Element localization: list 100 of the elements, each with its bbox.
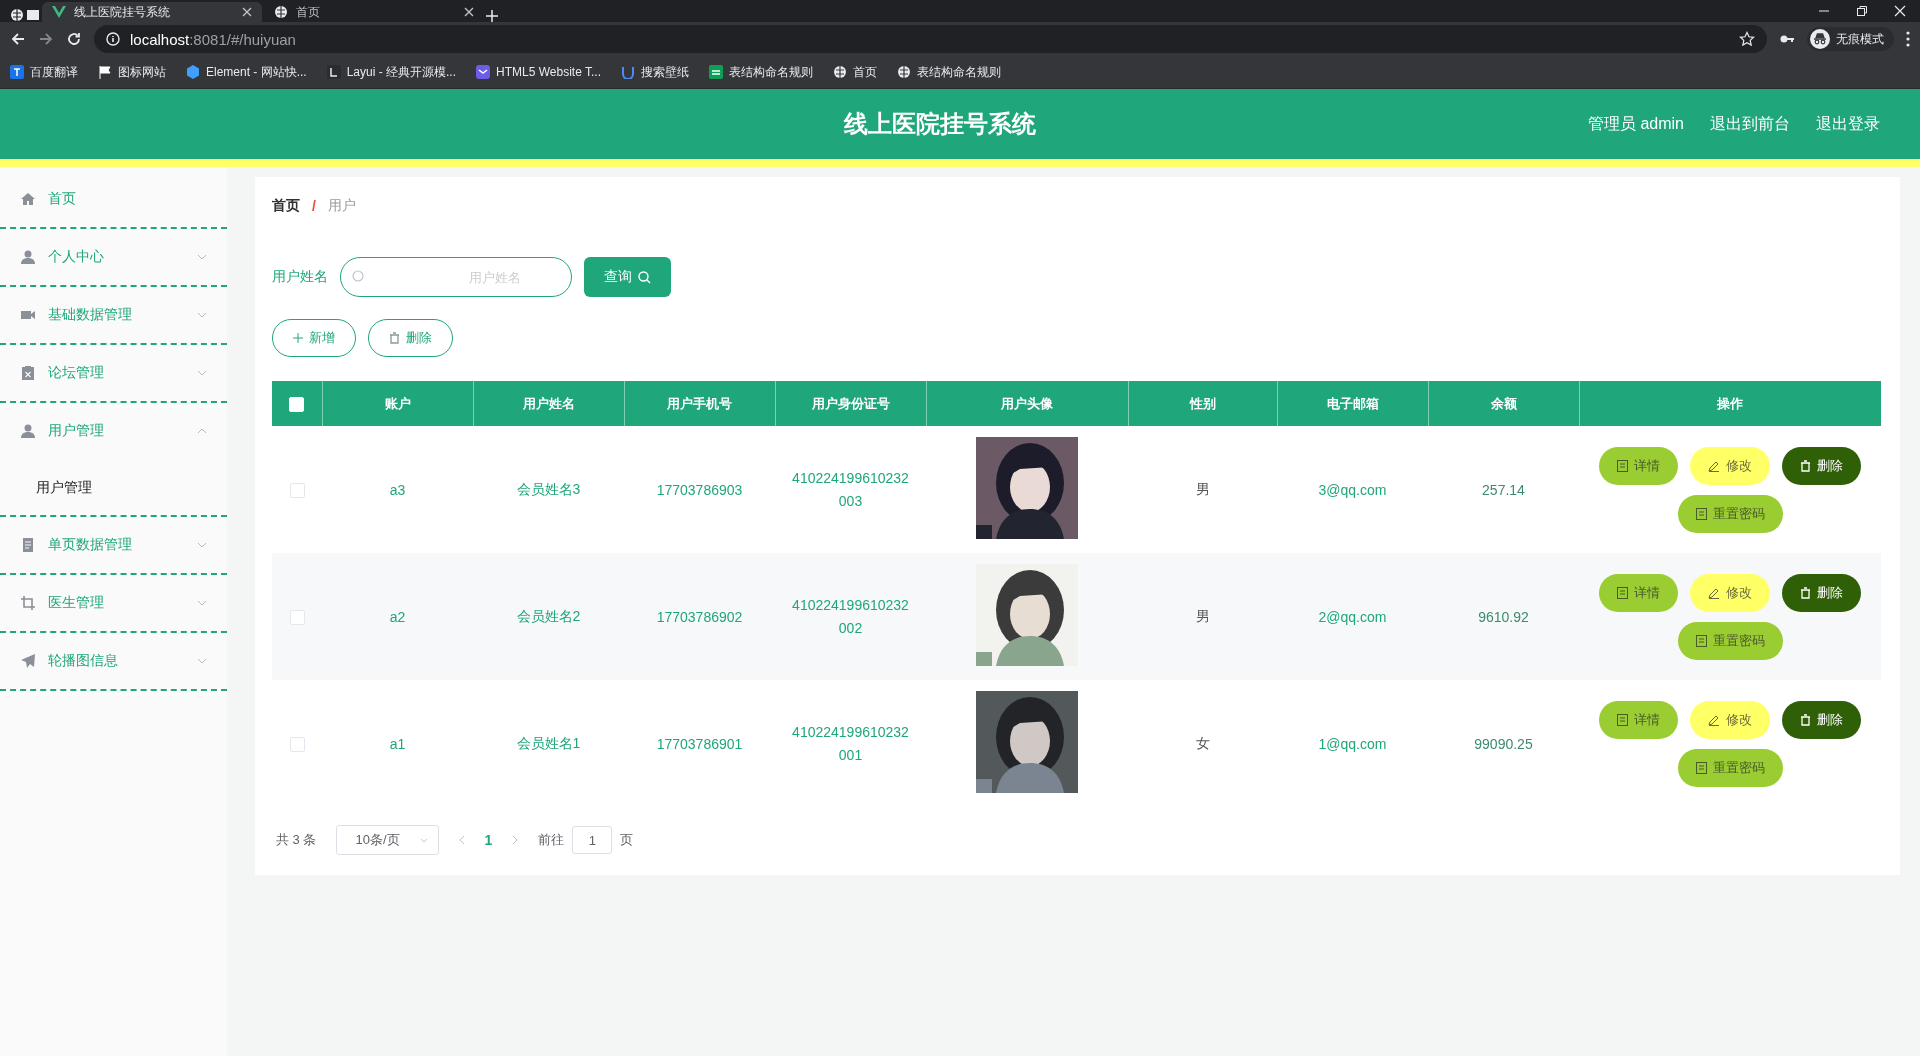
- more-icon[interactable]: [1906, 31, 1910, 47]
- column-header: 用户手机号: [624, 381, 775, 426]
- page-size-select[interactable]: 10条/页: [336, 825, 439, 855]
- flag-icon: [98, 65, 112, 79]
- document-icon: [1617, 586, 1628, 599]
- detail-button[interactable]: 详情: [1599, 446, 1678, 485]
- square-icon[interactable]: [26, 8, 40, 22]
- browser-tab[interactable]: 首页: [264, 2, 484, 22]
- globe-icon: [897, 65, 911, 79]
- account-cell: a3: [389, 481, 406, 498]
- menu-item[interactable]: 用户管理: [0, 403, 227, 459]
- breadcrumb-item[interactable]: 首页: [272, 197, 300, 215]
- reset-button[interactable]: 重置密码: [1677, 621, 1783, 660]
- tile-icon: [709, 65, 723, 79]
- reset-button[interactable]: 重置密码: [1677, 494, 1783, 533]
- pen-icon: [1708, 459, 1720, 472]
- tile-icon: [621, 65, 635, 79]
- balance-cell: 99090.25: [1474, 735, 1533, 752]
- close-icon[interactable]: [242, 7, 252, 17]
- column-header: 电子邮箱: [1277, 381, 1428, 426]
- user-label: 管理员 admin: [1587, 113, 1684, 134]
- balance-cell: 257.14: [1482, 481, 1525, 498]
- home-icon: [20, 191, 36, 207]
- tile-icon: [476, 65, 491, 79]
- bookmark[interactable]: 表结构命名规则: [897, 63, 1001, 81]
- submenu-item[interactable]: 用户管理: [0, 459, 227, 515]
- name-cell: 会员姓名1: [516, 734, 581, 751]
- menu-item[interactable]: 医生管理: [0, 575, 227, 631]
- globe-icon: [274, 5, 288, 19]
- forward-icon[interactable]: [38, 31, 54, 47]
- restore-icon[interactable]: [1856, 5, 1868, 17]
- delete-button[interactable]: 删除: [1782, 446, 1861, 485]
- checkbox[interactable]: [289, 482, 305, 498]
- delete-button[interactable]: 删除: [1782, 573, 1861, 612]
- column-header: 余额: [1428, 381, 1579, 426]
- bookmark[interactable]: 图标网站: [98, 63, 166, 81]
- bookmark[interactable]: Element - 网站快...: [186, 63, 307, 81]
- person-icon: [20, 249, 36, 265]
- delete-button[interactable]: 删除: [368, 319, 453, 357]
- detail-button[interactable]: 详情: [1599, 700, 1678, 739]
- delete-button[interactable]: 删除: [1782, 700, 1861, 739]
- star-icon[interactable]: [1739, 31, 1755, 47]
- plus-icon[interactable]: [486, 10, 498, 22]
- trash-icon: [1800, 713, 1811, 726]
- column-header: 账户: [322, 381, 473, 426]
- document-icon: [20, 537, 36, 553]
- bookmark[interactable]: Layui - 经典开源模...: [326, 63, 457, 81]
- edit-button[interactable]: 修改: [1690, 700, 1770, 739]
- breadcrumb-item: 用户: [327, 197, 356, 215]
- bookmark[interactable]: HTML5 Website T...: [476, 65, 601, 79]
- document-icon: [1617, 713, 1628, 726]
- menu-item[interactable]: 单页数据管理: [0, 517, 227, 573]
- search-button[interactable]: 查询: [584, 257, 671, 297]
- trash-icon: [1800, 586, 1811, 599]
- id-card-cell-text: 410224199610232002: [791, 595, 910, 638]
- pen-icon: [1708, 586, 1720, 599]
- menu-item[interactable]: 基础数据管理: [0, 287, 227, 343]
- breadcrumb-separator: /: [312, 198, 316, 214]
- menu-item[interactable]: 首页: [0, 171, 227, 227]
- url-text: localhost:8081/#/huiyuan: [130, 30, 296, 48]
- header-link[interactable]: 退出登录: [1816, 113, 1880, 135]
- column-header: 用户姓名: [473, 381, 624, 426]
- bookmark[interactable]: 搜索壁纸: [621, 63, 689, 81]
- menu-item[interactable]: 轮播图信息: [0, 633, 227, 689]
- column-header: 操作: [1579, 381, 1881, 426]
- edit-button[interactable]: 修改: [1690, 446, 1770, 485]
- reload-icon[interactable]: [66, 31, 82, 47]
- phone-cell: 17703786902: [656, 608, 743, 625]
- paper-plane-icon: [20, 653, 36, 669]
- goto-label: 前往: [538, 831, 565, 849]
- browser-tab[interactable]: 线上医院挂号系统: [42, 2, 262, 22]
- id-card-cell-text: 410224199610232001: [791, 722, 910, 765]
- page-number[interactable]: 1: [484, 832, 493, 848]
- checkbox[interactable]: [289, 609, 305, 625]
- page-input[interactable]: 1: [572, 826, 613, 854]
- edit-button[interactable]: 修改: [1690, 573, 1770, 612]
- checkbox[interactable]: [289, 736, 305, 752]
- back-icon[interactable]: [10, 31, 26, 47]
- document-icon: [1617, 459, 1628, 472]
- name-cell: 会员姓名2: [516, 607, 581, 624]
- document-icon: [1695, 507, 1707, 520]
- bookmark[interactable]: 表结构命名规则: [709, 63, 813, 81]
- bookmark[interactable]: 首页: [833, 63, 877, 81]
- page-suffix: 页: [620, 831, 634, 849]
- menu-item[interactable]: 论坛管理: [0, 345, 227, 401]
- add-button[interactable]: 新增: [272, 319, 356, 357]
- gender-cell: 男: [1195, 607, 1210, 624]
- id-card-cell-text: 410224199610232003: [791, 468, 910, 511]
- close-icon[interactable]: [464, 7, 474, 17]
- address-bar[interactable]: localhost:8081/#/huiyuan: [94, 25, 1767, 53]
- incognito-icon: [1810, 29, 1830, 49]
- bookmark[interactable]: 百度翻译: [10, 63, 78, 81]
- plus-icon: [293, 333, 303, 343]
- detail-button[interactable]: 详情: [1599, 573, 1678, 612]
- menu-item[interactable]: 个人中心: [0, 229, 227, 285]
- incognito-button[interactable]: 无痕模式: [1807, 27, 1894, 51]
- pen-icon: [1708, 713, 1720, 726]
- header-link[interactable]: 退出到前台: [1710, 113, 1790, 135]
- reset-button[interactable]: 重置密码: [1677, 748, 1783, 787]
- gender-cell: 男: [1195, 480, 1210, 497]
